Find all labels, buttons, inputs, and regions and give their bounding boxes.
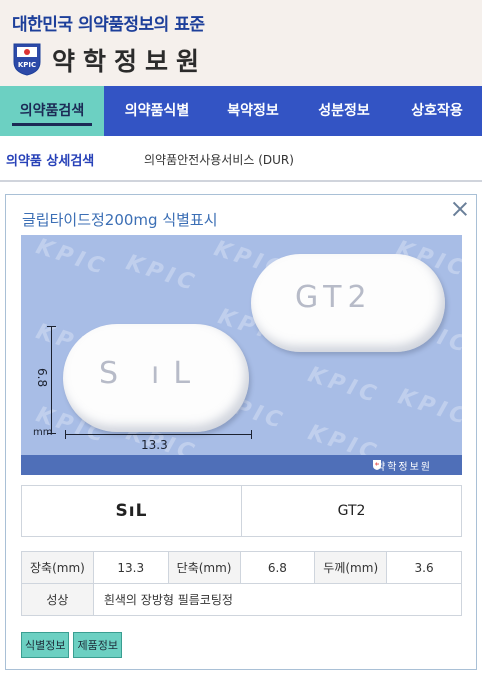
thickness-value: 3.6	[386, 551, 462, 584]
imprint-marks-box: SıL GT2	[21, 485, 462, 537]
width-dimension-line	[65, 434, 251, 435]
nav-medication-info[interactable]: 복약정보	[210, 86, 296, 136]
table-row: 장축(mm) 13.3 단축(mm) 6.8 두께(mm) 3.6	[21, 551, 462, 584]
back-mark-text: GT2	[337, 503, 366, 519]
property-label: 성상	[21, 583, 94, 616]
logo-text: KPIC	[18, 61, 36, 69]
short-axis-label: 단축(mm)	[167, 551, 241, 584]
close-icon[interactable]	[452, 201, 468, 217]
nav-ingredient-info[interactable]: 성분정보	[296, 86, 392, 136]
table-row: 성상 흰색의 장방형 필름코팅정	[21, 583, 463, 616]
nav-drug-identify[interactable]: 의약품식별	[104, 86, 210, 136]
height-dimension-line	[51, 326, 52, 434]
long-axis-label: 장축(mm)	[21, 551, 94, 584]
pill-back-side: GT2	[251, 254, 445, 352]
sub-nav: 의약품 상세검색 의약품안전사용서비스 (DUR)	[0, 136, 482, 182]
front-mark-text: SıL	[115, 501, 148, 521]
dimension-tick	[65, 430, 66, 439]
pill-front-imprint: S ıL	[99, 356, 205, 391]
watermark-text: KPIC	[32, 235, 111, 281]
width-dimension-label: 13.3	[141, 438, 168, 452]
subnav-detail-search[interactable]: 의약품 상세검색	[6, 150, 94, 169]
pill-front-side: S ıL	[63, 324, 249, 432]
watermark-text: KPIC	[304, 362, 383, 409]
subnav-dur-service[interactable]: 의약품안전사용서비스 (DUR)	[144, 151, 294, 168]
product-info-button[interactable]: 제품정보	[73, 632, 122, 658]
property-value: 흰색의 장방형 필름코팅정	[92, 583, 463, 616]
main-nav: 의약품검색 의약품식별 복약정보 성분정보 상호작용	[0, 86, 482, 136]
image-footer-bar: 약학정보원	[21, 455, 462, 475]
identify-info-button[interactable]: 식별정보	[21, 632, 70, 658]
site-header: 대한민국 의약품정보의 표준 KPIC 약학정보원	[0, 0, 482, 86]
panel-title: 글립타이드정200mg 식별표시	[22, 211, 218, 229]
dimension-tick	[251, 430, 252, 439]
pill-image: KPIC KPIC KPIC KPIC KPIC KPIC KPIC KPIC …	[21, 235, 462, 475]
watermark-text: KPIC	[122, 250, 201, 297]
back-mark-cell: GT2	[241, 486, 461, 536]
front-mark-cell: SıL	[22, 486, 241, 536]
long-axis-value: 13.3	[92, 551, 169, 584]
dimension-unit-label: mm	[33, 427, 53, 438]
watermark-text: KPIC	[394, 384, 462, 431]
short-axis-value: 6.8	[239, 551, 316, 584]
pill-back-imprint: GT2	[295, 280, 373, 315]
detail-buttons: 식별정보 제품정보	[21, 632, 122, 658]
dimension-tick	[47, 326, 56, 327]
nav-interaction[interactable]: 상호작용	[392, 86, 482, 136]
nav-drug-search[interactable]: 의약품검색	[0, 86, 104, 136]
kpic-logo-icon[interactable]: KPIC	[12, 42, 42, 76]
site-slogan: 대한민국 의약품정보의 표준	[12, 15, 205, 35]
site-name[interactable]: 약학정보원	[52, 42, 207, 78]
pill-spec-table: 장축(mm) 13.3 단축(mm) 6.8 두께(mm) 3.6 성상 흰색의…	[21, 551, 463, 616]
thickness-label: 두께(mm)	[314, 551, 388, 584]
image-footer-text: 약학정보원	[376, 462, 432, 473]
pill-identification-panel: 글립타이드정200mg 식별표시 KPIC KPIC KPIC KPIC KPI…	[5, 194, 477, 670]
height-dimension-label: 6.8	[35, 368, 49, 388]
